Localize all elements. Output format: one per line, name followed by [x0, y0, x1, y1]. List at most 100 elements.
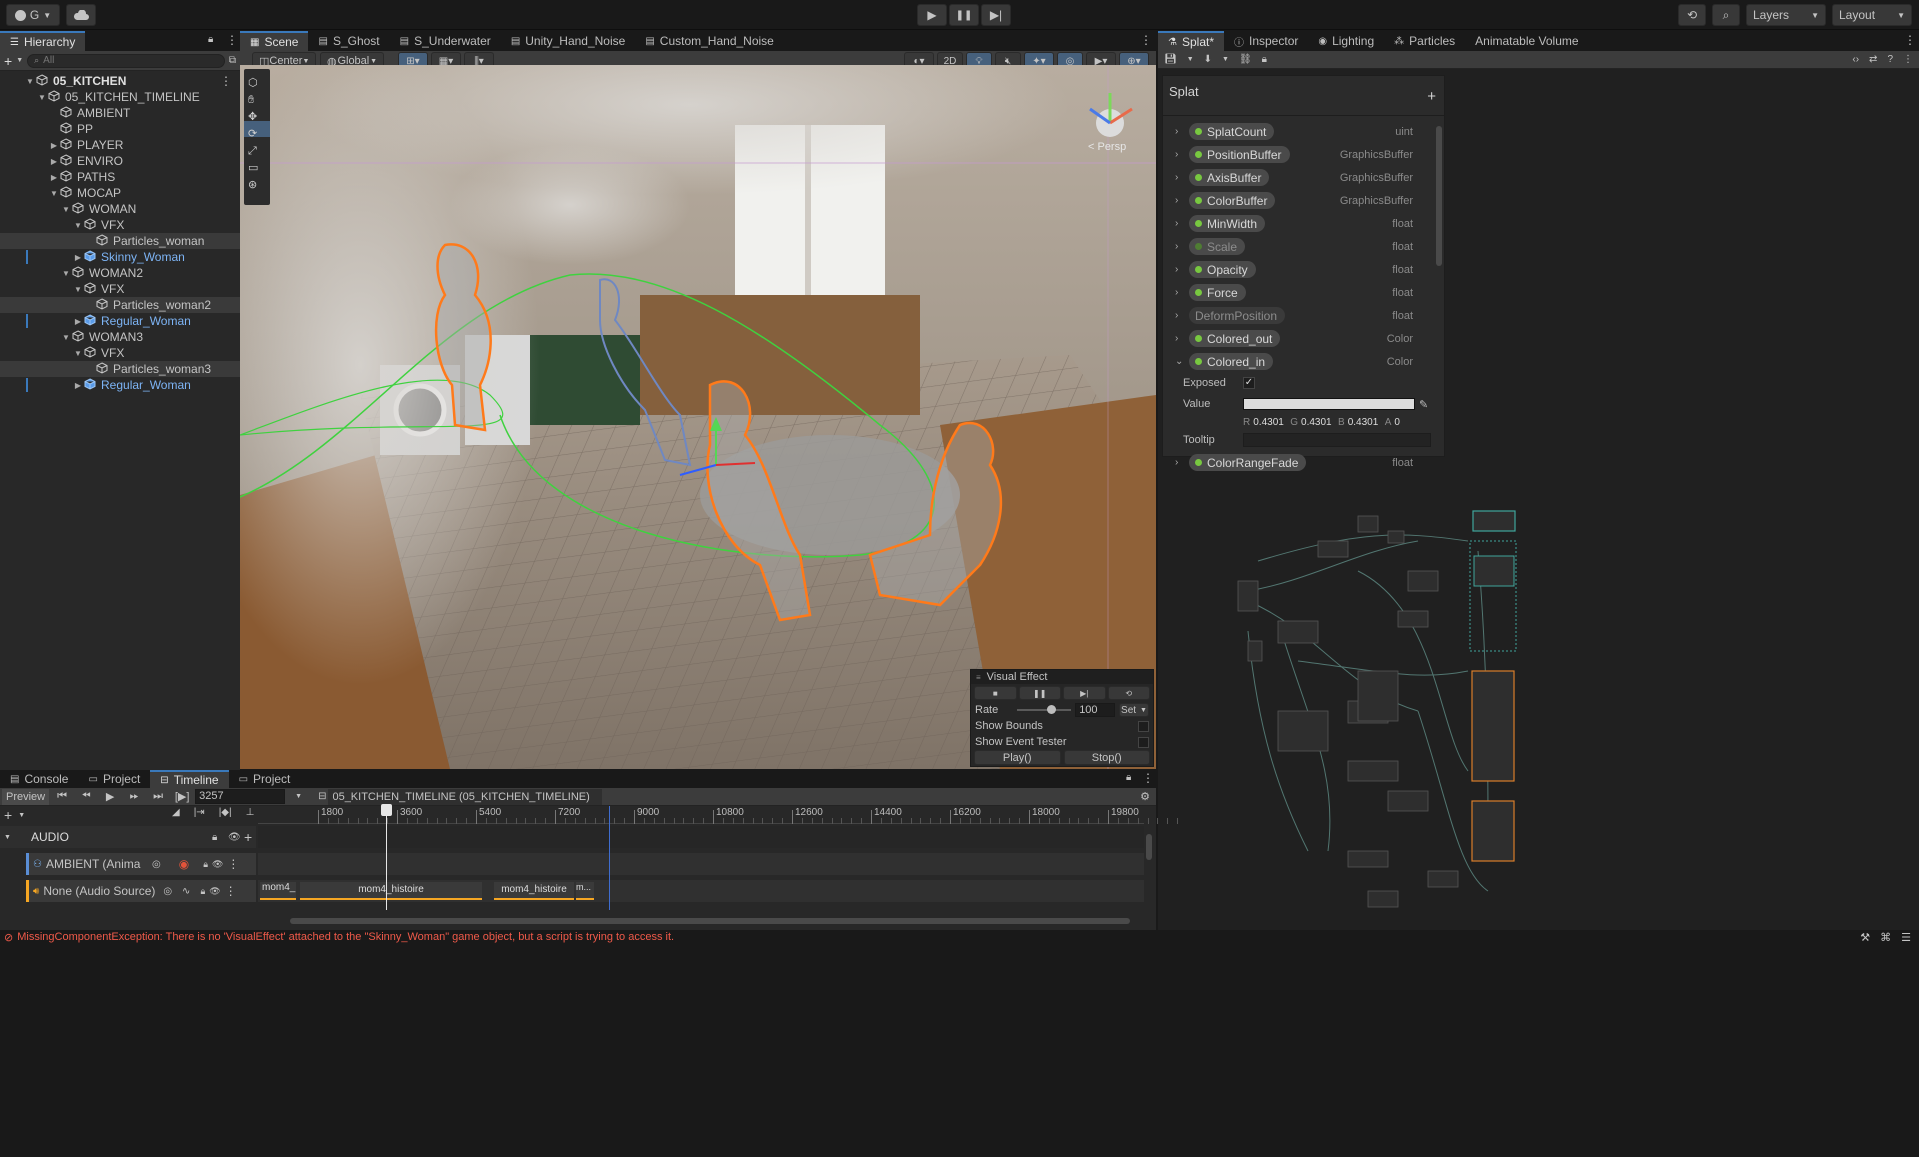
lock-icon[interactable]: 🔒︎	[1262, 54, 1267, 65]
hierarchy-item[interactable]: Particles_woman	[0, 233, 240, 249]
eye-icon[interactable]: 👁︎	[209, 886, 220, 897]
eye-icon[interactable]: 👁︎	[212, 859, 223, 870]
tab-s-underwater[interactable]: ▤ S_Underwater	[390, 31, 501, 51]
tooltip-field[interactable]	[1243, 433, 1431, 447]
chevron-right-icon[interactable]: ›	[1175, 241, 1189, 252]
lock-icon[interactable]: 🔒︎	[200, 886, 205, 897]
tab-animatable-volume[interactable]: Animatable Volume	[1465, 31, 1588, 51]
hierarchy-item[interactable]: ▼ WOMAN2	[0, 265, 240, 281]
ve-step-button[interactable]: ▶|	[1063, 686, 1106, 700]
blackboard-property[interactable]: › Scale float	[1175, 235, 1433, 258]
chevron-down-icon[interactable]: ▼	[18, 812, 25, 819]
a-channel-field[interactable]: 0	[1394, 417, 1414, 428]
color-swatch[interactable]	[1243, 398, 1415, 410]
expand-arrow-icon[interactable]: ▼	[60, 269, 72, 278]
hierarchy-item[interactable]: ▶ ENVIRO	[0, 153, 240, 169]
tab-project-2[interactable]: ▭ Project	[229, 770, 301, 788]
range-icon[interactable]: [▶]	[171, 790, 193, 803]
expand-arrow-icon[interactable]: ▼	[72, 285, 84, 294]
g-channel-field[interactable]: 0.4301	[1301, 417, 1335, 428]
snap-icon[interactable]: |⇥	[194, 807, 205, 818]
compile-icon[interactable]: ⬇	[1204, 54, 1212, 65]
kebab-menu-icon[interactable]: ⋮	[227, 857, 239, 871]
blackboard-property[interactable]: › AxisBuffer GraphicsBuffer	[1175, 166, 1433, 189]
hierarchy-item[interactable]: ▼ WOMAN	[0, 201, 240, 217]
blackboard-property[interactable]: › Opacity float	[1175, 258, 1433, 281]
expand-arrow-icon[interactable]: ▼	[48, 189, 60, 198]
hierarchy-search-input[interactable]	[43, 55, 194, 66]
rate-slider[interactable]	[1016, 705, 1072, 714]
record-icon[interactable]: ◉	[179, 857, 189, 871]
ambient-lane[interactable]	[258, 853, 1144, 875]
audio-lane[interactable]: mom4_... mom4_histoire mom4_histoire m..…	[258, 880, 1144, 902]
tab-project[interactable]: ▭ Project	[78, 770, 150, 788]
kebab-menu-icon[interactable]: ⋮	[1903, 54, 1913, 65]
code-icon[interactable]: ‹›	[1852, 54, 1859, 65]
property-pill[interactable]: ColorRangeFade	[1189, 454, 1307, 471]
lock-icon[interactable]: 🔒︎	[203, 859, 208, 870]
tab-console[interactable]: ▤ Console	[0, 770, 78, 788]
chevron-down-icon[interactable]: ▼	[1222, 56, 1229, 63]
tab-s-ghost[interactable]: ▤ S_Ghost	[308, 31, 389, 51]
hierarchy-item[interactable]: ▼ VFX	[0, 345, 240, 361]
exposed-checkbox[interactable]: ✓	[1243, 377, 1255, 389]
scene-viewport[interactable]: ⬡ ✋︎ ✥ ⟳ ⤢ ▭ ⊛ < Persp ≡ Visual Effect ■…	[240, 65, 1156, 769]
timeline-v-scrollbar[interactable]	[1146, 834, 1152, 860]
hand-tool-icon[interactable]: ✋︎	[248, 92, 258, 109]
collapse-arrow-icon[interactable]: ▶	[48, 173, 60, 182]
hierarchy-item[interactable]: PP	[0, 121, 240, 137]
expand-arrow-icon[interactable]: ▼	[72, 349, 84, 358]
r-channel-field[interactable]: 0.4301	[1253, 417, 1287, 428]
cache-icon[interactable]: ⌘	[1880, 931, 1891, 944]
tab-splat[interactable]: ⚗ Splat*	[1158, 31, 1224, 51]
lock-icon[interactable]: 🔒︎	[208, 34, 213, 45]
property-pill[interactable]: DeformPosition	[1189, 307, 1286, 324]
tab-custom-hand-noise[interactable]: ▤ Custom_Hand_Noise	[635, 31, 784, 51]
audio-clip[interactable]: mom4_...	[260, 882, 296, 900]
blackboard-property[interactable]: › MinWidth float	[1175, 212, 1433, 235]
view-tool-icon[interactable]: ⬡	[248, 75, 258, 92]
expand-arrow-icon[interactable]: ▼	[72, 221, 84, 230]
property-pill[interactable]: Colored_out	[1189, 330, 1281, 347]
goto-start-icon[interactable]: ⏮	[51, 790, 73, 803]
lock-icon[interactable]: 🔒︎	[1126, 772, 1131, 783]
goto-end-icon[interactable]: ⏭	[147, 790, 169, 803]
chevron-right-icon[interactable]: ›	[1175, 287, 1189, 298]
blackboard-property[interactable]: › Force float	[1175, 281, 1433, 304]
audio-clip[interactable]: mom4_histoire	[300, 882, 482, 900]
preview-button[interactable]: Preview	[2, 788, 50, 805]
show-event-tester-checkbox[interactable]	[1138, 736, 1149, 748]
slider-thumb-icon[interactable]	[1046, 705, 1056, 714]
hierarchy-item[interactable]: ▼ VFX	[0, 217, 240, 233]
target-icon[interactable]: ◎	[152, 859, 161, 870]
chevron-down-icon[interactable]: ▼	[287, 793, 310, 800]
target-icon[interactable]: ◎	[163, 886, 172, 897]
waveform-icon[interactable]: ∿	[182, 886, 190, 897]
hierarchy-item[interactable]: ▼ VFX	[0, 281, 240, 297]
gear-icon[interactable]: ⚙	[1140, 790, 1156, 803]
blackboard-property[interactable]: › SplatCount uint	[1175, 120, 1433, 143]
persp-label[interactable]: < Persp	[1088, 141, 1126, 153]
bug-icon[interactable]: ⚒	[1860, 931, 1870, 944]
kebab-menu-icon[interactable]: ⋮	[226, 33, 238, 47]
hierarchy-item[interactable]: Particles_woman3	[0, 361, 240, 377]
chevron-right-icon[interactable]: ›	[1175, 264, 1189, 275]
tab-particles[interactable]: ⁂ Particles	[1384, 31, 1465, 51]
chevron-right-icon[interactable]: ›	[1175, 126, 1189, 137]
end-marker[interactable]	[609, 806, 610, 910]
hierarchy-item[interactable]: ▼ 05_KITCHEN_TIMELINE	[0, 89, 240, 105]
save-icon[interactable]: 💾︎	[1164, 54, 1177, 65]
property-pill[interactable]: Scale	[1189, 238, 1246, 255]
tab-hierarchy[interactable]: ☰ Hierarchy	[0, 31, 86, 51]
eye-icon[interactable]: 👁︎	[228, 832, 241, 843]
lock-icon[interactable]: 🔒︎	[212, 832, 217, 843]
blackboard-property[interactable]: ⌄ Colored_in Color	[1175, 350, 1433, 373]
frame-field[interactable]: 3257	[195, 789, 286, 804]
property-pill[interactable]: Colored_in	[1189, 353, 1274, 370]
eyedropper-icon[interactable]: ✎	[1419, 398, 1428, 411]
property-pill[interactable]: MinWidth	[1189, 215, 1266, 232]
expand-arrow-icon[interactable]: ▼	[60, 205, 72, 214]
add-property-button[interactable]: +	[1427, 88, 1436, 105]
hierarchy-item[interactable]: ▶ Skinny_Woman	[0, 249, 240, 265]
chevron-right-icon[interactable]: ›	[1175, 333, 1189, 344]
